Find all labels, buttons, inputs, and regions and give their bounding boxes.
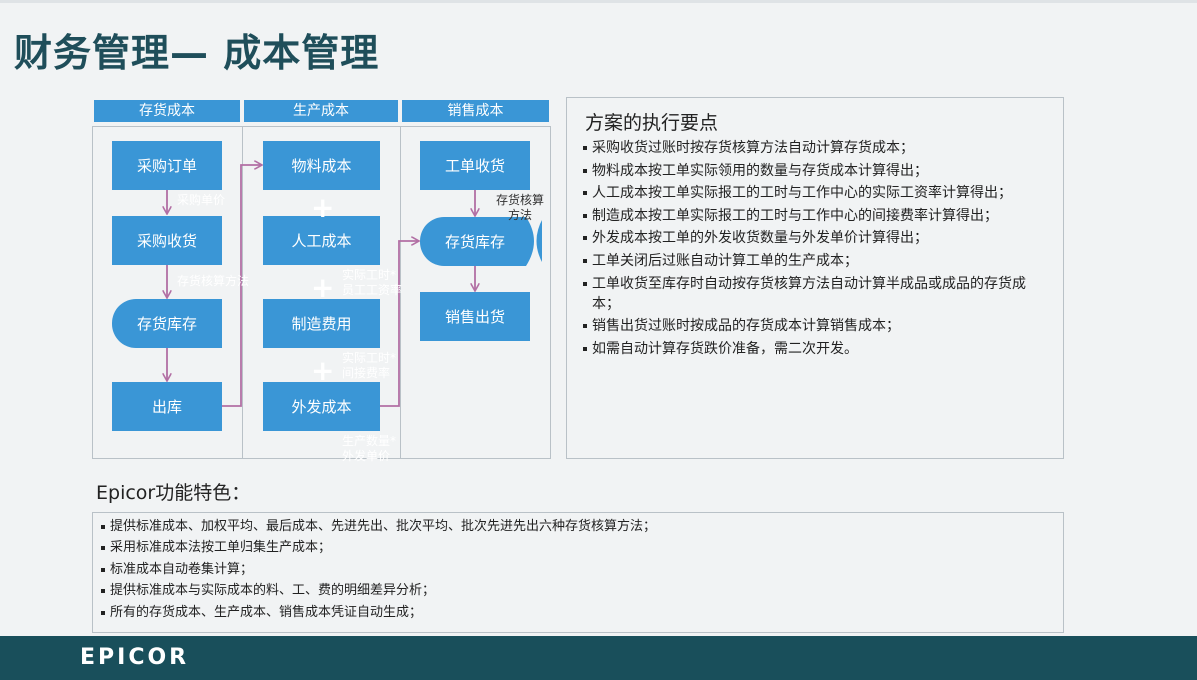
list-item: 所有的存货成本、生产成本、销售成本凭证自动生成；	[101, 603, 656, 622]
node-sales-shipment: 销售出货	[420, 292, 530, 341]
list-item: 如需自动计算存货跌价准备，需二次开发。	[583, 339, 1053, 359]
execution-points-panel: 方案的执行要点 采购收货过账时按存货核算方法自动计算存货成本； 物料成本按工单实…	[566, 97, 1064, 459]
list-item: 工单关闭后过账自动计算工单的生产成本；	[583, 251, 1053, 271]
plus-sign-3: +	[311, 354, 335, 387]
label-valuation-method: 存货核算方法	[177, 274, 250, 288]
list-item: 标准成本自动卷集计算；	[101, 560, 656, 579]
list-item: 人工成本按工单实际报工的工时与工作中心的实际工资率计算得出；	[583, 183, 1053, 203]
label-valuation-method-2: 存货核算 方法	[496, 193, 545, 222]
list-item: 制造成本按工单实际报工的工时与工作中心的间接费率计算得出；	[583, 206, 1053, 226]
list-item: 提供标准成本与实际成本的料、工、费的明细差异分析；	[101, 581, 656, 600]
label-purchase-price: 采购单价	[177, 193, 226, 207]
footer-bar: EPICOR	[0, 636, 1197, 680]
plus-sign-1: +	[311, 191, 335, 224]
epicor-logo: EPICOR	[80, 645, 190, 670]
list-item: 销售出货过账时按成品的存货成本计算销售成本；	[583, 316, 1053, 336]
plus-sign-2: +	[311, 271, 335, 304]
execution-points-list: 采购收货过账时按存货核算方法自动计算存货成本； 物料成本按工单实际领用的数量与存…	[583, 138, 1053, 361]
label-labor-rate: 实际工时* 员工工资率	[342, 268, 403, 297]
features-title: Epicor功能特色：	[96, 482, 251, 504]
label-overhead-rate: 实际工时* 间接费率	[342, 351, 397, 380]
list-item: 外发成本按工单的外发收货数量与外发单价计算得出；	[583, 228, 1053, 248]
list-item: 采用标准成本法按工单归集生产成本；	[101, 538, 656, 557]
panel-title: 方案的执行要点	[585, 112, 719, 134]
features-list: 提供标准成本、加权平均、最后成本、先进先出、批次平均、批次先进先出六种存货核算方…	[101, 517, 656, 624]
list-item: 提供标准成本、加权平均、最后成本、先进先出、批次平均、批次先进先出六种存货核算方…	[101, 517, 656, 536]
list-item: 物料成本按工单实际领用的数量与存货成本计算得出；	[583, 161, 1053, 181]
label-outsource-price: 生产数量* 外发单价	[342, 434, 397, 463]
list-item: 工单收货至库存时自动按存货核算方法自动计算半成品或成品的存货成本；	[583, 274, 1053, 314]
features-box: 提供标准成本、加权平均、最后成本、先进先出、批次平均、批次先进先出六种存货核算方…	[92, 512, 1064, 633]
list-item: 采购收货过账时按存货核算方法自动计算存货成本；	[583, 138, 1053, 158]
